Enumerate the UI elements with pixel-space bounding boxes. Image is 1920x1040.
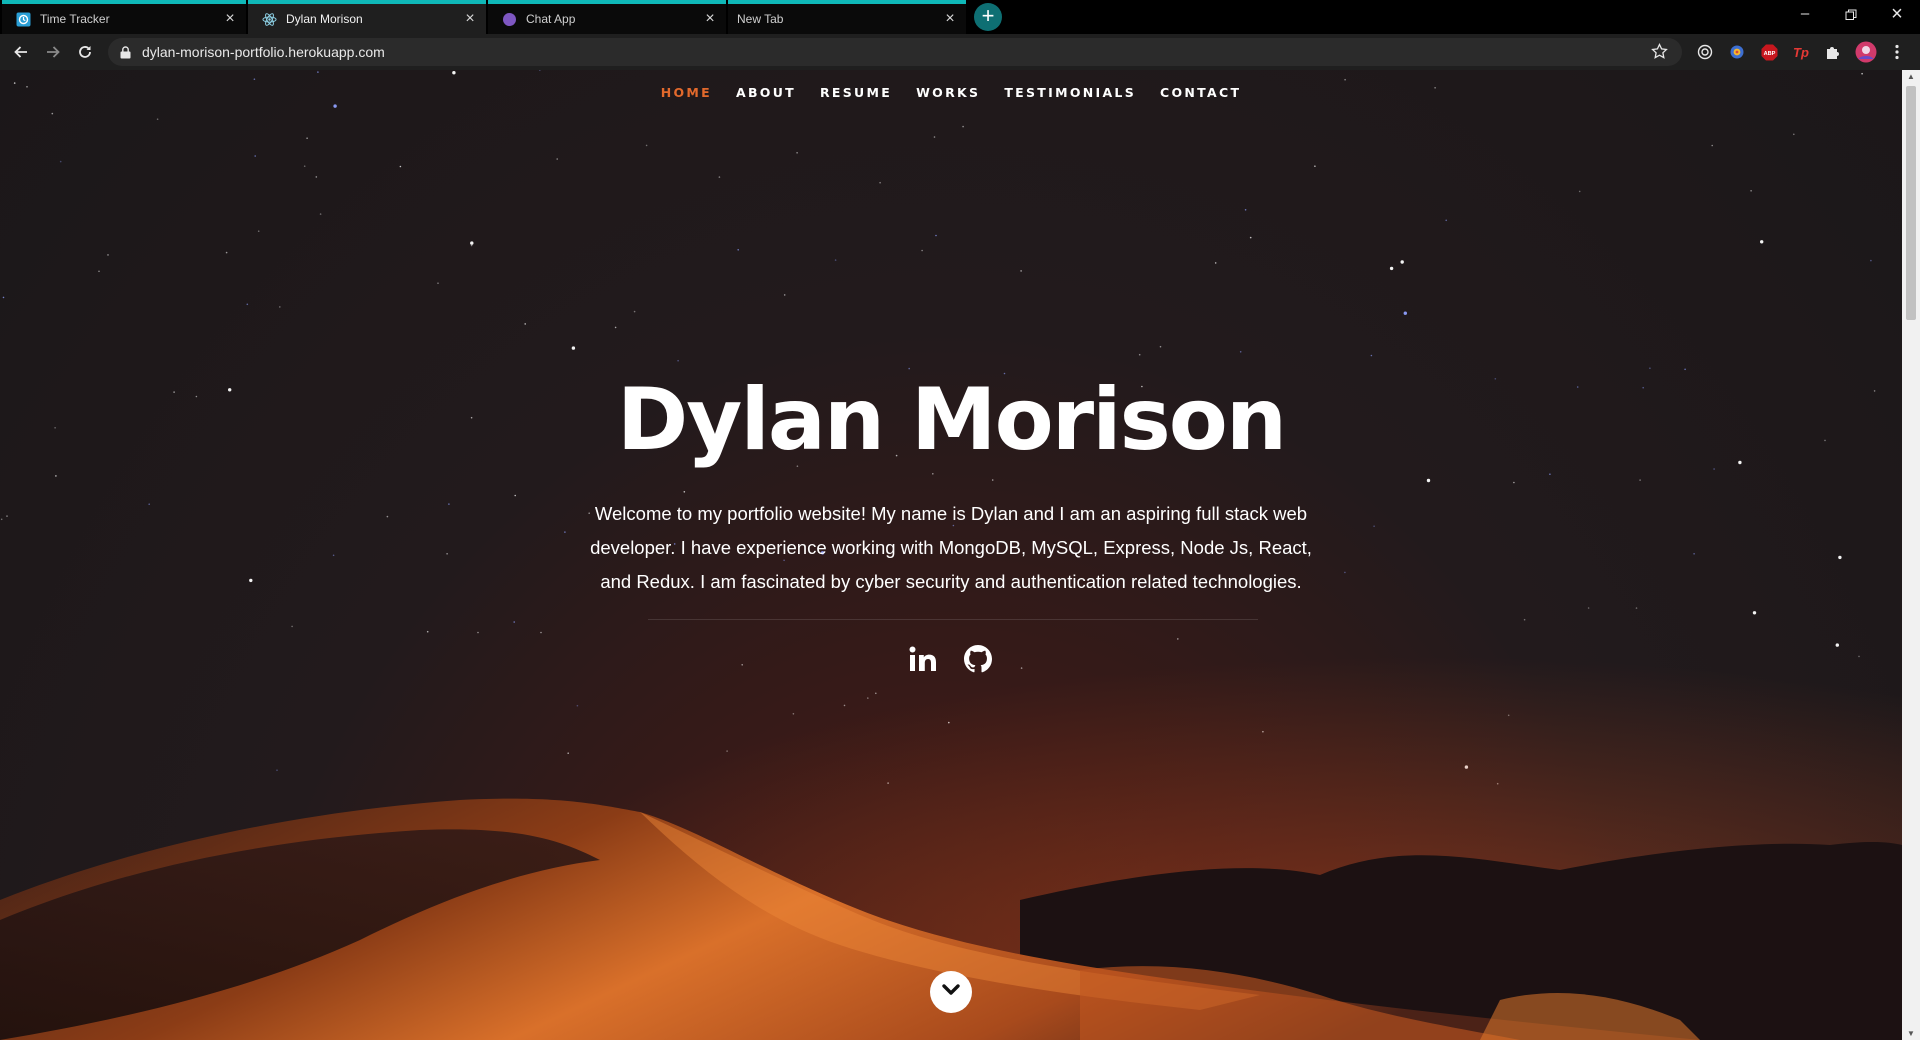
close-tab-icon[interactable]: × xyxy=(698,10,722,28)
tab-new-tab[interactable]: New Tab × xyxy=(728,0,966,34)
tab-title: New Tab xyxy=(737,12,784,26)
colorful-extension-icon[interactable] xyxy=(1728,43,1746,61)
tp-icon[interactable]: Tp xyxy=(1792,43,1810,61)
clock-gear-icon xyxy=(16,12,31,27)
close-tab-icon[interactable]: × xyxy=(458,10,482,28)
tab-chat-app[interactable]: Chat App × xyxy=(488,0,726,34)
minimize-icon[interactable]: – xyxy=(1782,0,1828,30)
close-window-icon[interactable]: × xyxy=(1874,0,1920,30)
github-icon[interactable] xyxy=(961,642,995,676)
tab-time-tracker[interactable]: Time Tracker × xyxy=(2,0,246,34)
reload-icon[interactable] xyxy=(73,40,97,64)
tab-dylan-morison[interactable]: Dylan Morison × xyxy=(248,0,486,34)
tab-strip: Time Tracker × Dylan Morison × Chat App … xyxy=(0,0,1920,34)
puzzle-piece-icon[interactable] xyxy=(1824,43,1842,61)
main-nav: HOME ABOUT RESUME WORKS TESTIMONIALS CON… xyxy=(0,85,1902,100)
scroll-up-arrow-icon[interactable]: ▲ xyxy=(1906,72,1916,81)
nav-works[interactable]: WORKS xyxy=(916,85,980,100)
page-scrollbar[interactable]: ▲ ▼ xyxy=(1902,70,1920,1040)
abp-icon[interactable]: ABP xyxy=(1760,43,1778,61)
nav-home[interactable]: HOME xyxy=(661,85,712,100)
abp-label: ABP xyxy=(1763,51,1775,57)
react-atom-icon xyxy=(262,12,277,27)
forward-icon[interactable] xyxy=(41,40,65,64)
scroll-down-button[interactable] xyxy=(930,971,972,1013)
tab-title: Chat App xyxy=(526,12,576,26)
nav-testimonials[interactable]: TESTIMONIALS xyxy=(1004,85,1136,100)
chevron-down-icon xyxy=(941,983,961,1002)
profile-avatar-icon[interactable] xyxy=(1855,41,1877,63)
hero-divider xyxy=(648,619,1258,620)
address-bar[interactable]: dylan-morison-portfolio.herokuapp.com xyxy=(108,38,1682,66)
linkedin-icon[interactable] xyxy=(906,642,940,676)
lock-icon xyxy=(120,45,134,59)
browser-toolbar: dylan-morison-portfolio.herokuapp.com AB… xyxy=(0,34,1920,70)
tab-title: Time Tracker xyxy=(40,12,110,26)
nav-contact[interactable]: CONTACT xyxy=(1160,85,1241,100)
scroll-down-arrow-icon[interactable]: ▼ xyxy=(1906,1029,1916,1038)
nav-about[interactable]: ABOUT xyxy=(736,85,796,100)
purple-dot-icon xyxy=(502,12,517,27)
tab-title: Dylan Morison xyxy=(286,12,363,26)
restore-icon[interactable] xyxy=(1828,0,1874,30)
nav-resume[interactable]: RESUME xyxy=(820,85,892,100)
page-viewport: HOME ABOUT RESUME WORKS TESTIMONIALS CON… xyxy=(0,70,1902,1040)
new-tab-button[interactable]: + xyxy=(974,3,1002,31)
target-icon[interactable] xyxy=(1696,43,1714,61)
back-icon[interactable] xyxy=(9,40,33,64)
url-text: dylan-morison-portfolio.herokuapp.com xyxy=(142,44,385,60)
hero-title: Dylan Morison xyxy=(616,370,1287,470)
scrollbar-thumb[interactable] xyxy=(1906,86,1916,320)
more-menu-icon[interactable] xyxy=(1888,43,1906,61)
hero-intro: Welcome to my portfolio website! My name… xyxy=(590,503,1312,592)
close-tab-icon[interactable]: × xyxy=(218,10,242,28)
close-tab-icon[interactable]: × xyxy=(938,10,962,28)
bookmark-star-icon[interactable] xyxy=(1651,42,1668,65)
